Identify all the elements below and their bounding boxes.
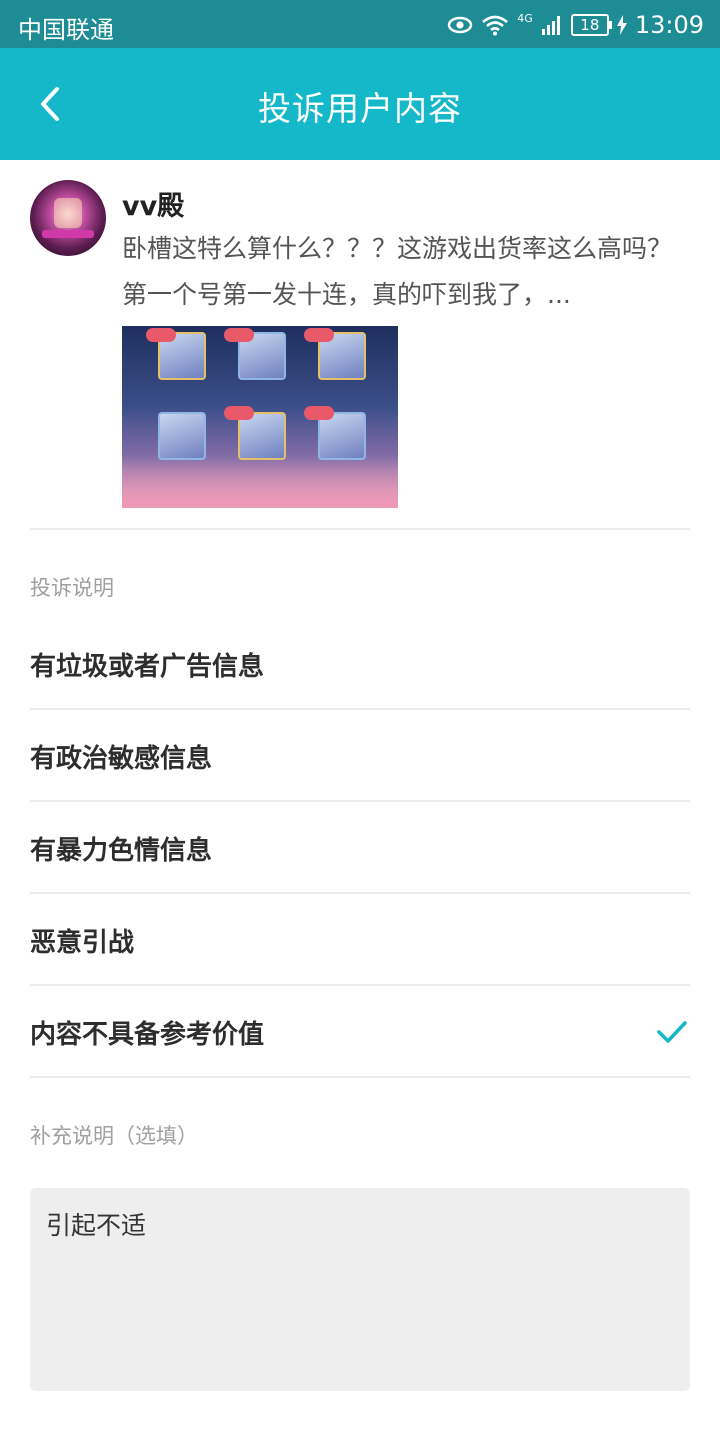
network-type: 4G — [517, 12, 533, 25]
option-label: 内容不具备参考价值 — [30, 1020, 265, 1050]
supplement-text: 引起不适 — [46, 1211, 147, 1240]
option-no-reference-value[interactable]: 内容不具备参考价值 — [30, 986, 690, 1078]
signal-icon — [541, 16, 560, 35]
option-divider — [30, 1076, 690, 1078]
carrier-name: 中国联通 — [18, 16, 114, 44]
image-tag — [304, 328, 334, 342]
option-spam-ads[interactable]: 有垃圾或者广告信息 — [30, 618, 690, 710]
post-image[interactable] — [122, 326, 398, 508]
option-label: 有垃圾或者广告信息 — [30, 652, 265, 682]
option-political[interactable]: 有政治敏感信息 — [30, 710, 690, 802]
option-label: 有暴力色情信息 — [30, 836, 213, 866]
charging-bolt-icon — [616, 15, 627, 35]
post-text: 卧槽这特么算什么？？？这游戏出货率这么高吗？第一个号第一发十连，真的吓到我了，.… — [122, 234, 673, 309]
complaint-section-label: 投诉说明 — [30, 576, 114, 600]
post-username: vv殿 — [122, 191, 185, 222]
avatar — [30, 180, 106, 256]
battery-indicator: 18 — [570, 14, 612, 36]
status-icons: 4G 18 13:09 — [447, 10, 704, 40]
option-label: 恶意引战 — [30, 928, 135, 958]
post-divider — [30, 528, 690, 530]
checkmark-icon — [657, 1021, 687, 1043]
image-tag — [146, 328, 176, 342]
page-title: 投诉用户内容 — [258, 89, 462, 128]
option-violent-porn[interactable]: 有暴力色情信息 — [30, 802, 690, 894]
option-flame-war[interactable]: 恶意引战 — [30, 894, 690, 986]
wifi-icon — [482, 15, 509, 36]
clock: 13:09 — [634, 11, 704, 39]
image-crystals — [122, 458, 398, 508]
image-tag — [304, 406, 334, 420]
image-tag — [224, 406, 254, 420]
image-tile — [158, 412, 206, 460]
app-bar: 投诉用户内容 — [0, 48, 720, 160]
status-bar: 中国联通 4G 18 13:09 — [0, 0, 720, 48]
eye-icon — [448, 16, 473, 34]
image-tag — [224, 328, 254, 342]
option-label: 有政治敏感信息 — [30, 744, 213, 774]
supplement-textarea[interactable]: 引起不适 — [30, 1188, 690, 1391]
supplement-label: 补充说明（选填） — [30, 1124, 198, 1148]
